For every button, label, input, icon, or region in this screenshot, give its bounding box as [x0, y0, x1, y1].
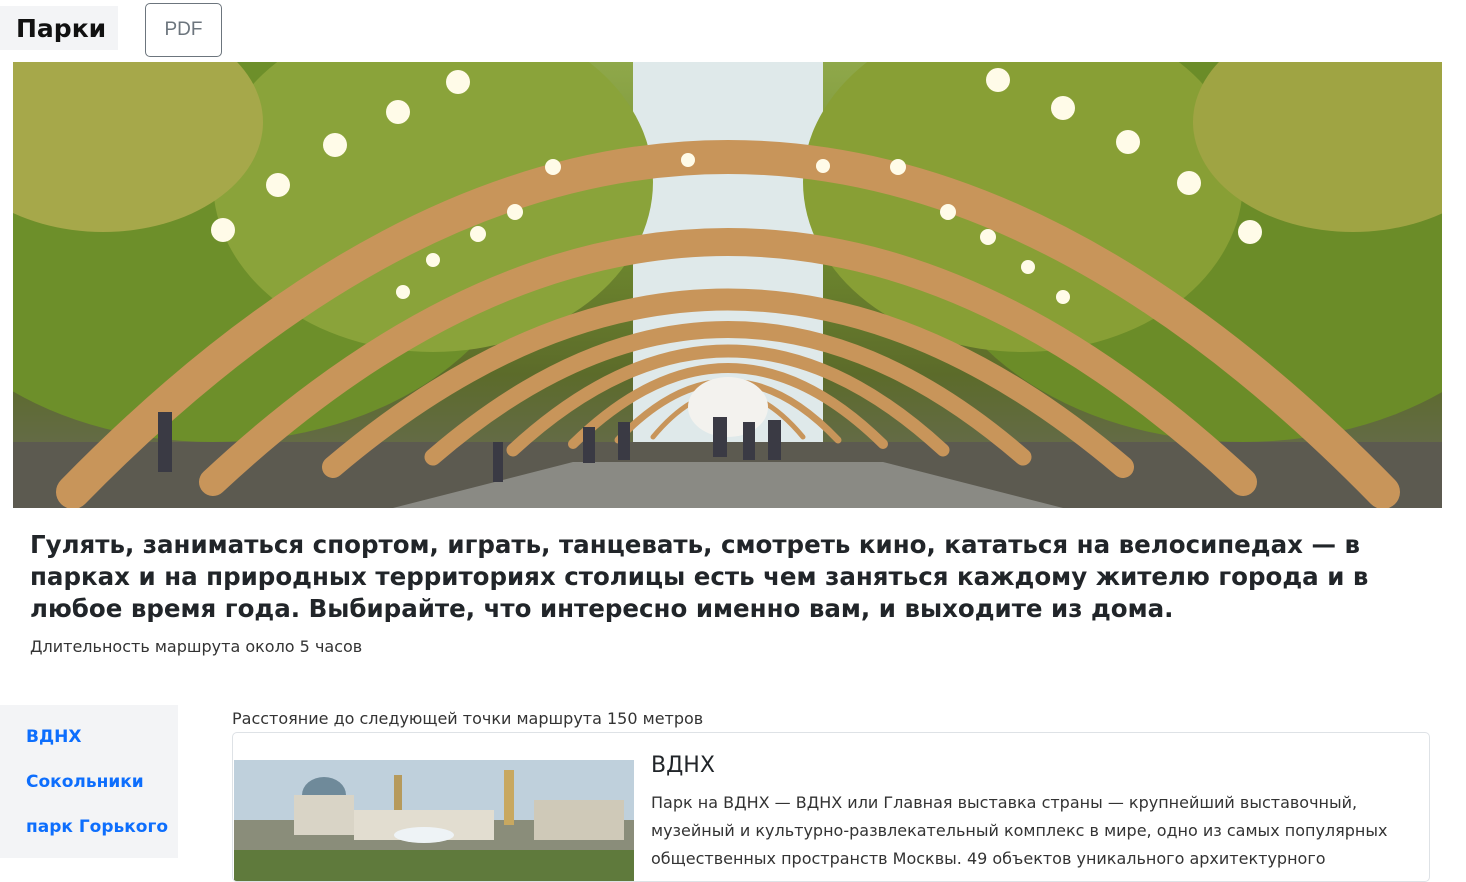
sidebar-item-sokolniki[interactable]: Сокольники	[26, 772, 144, 792]
arches-illustration	[13, 62, 1442, 508]
card-title: ВДНХ	[651, 753, 715, 778]
sidebar-item-gorky-park[interactable]: парк Горького	[26, 817, 168, 837]
hero-image	[13, 62, 1442, 508]
route-card: ВДНХ Парк на ВДНХ — ВДНХ или Главная выс…	[232, 732, 1430, 882]
sidebar-item-vdnkh[interactable]: ВДНХ	[26, 727, 81, 747]
card-image	[234, 760, 634, 881]
intro-text: Гулять, заниматься спортом, играть, танц…	[30, 530, 1369, 623]
next-point-distance: Расстояние до следующей точки маршрута 1…	[232, 709, 704, 728]
pdf-button[interactable]: PDF	[145, 3, 222, 57]
vdnkh-illustration	[234, 760, 634, 881]
route-duration: Длительность маршрута около 5 часов	[30, 637, 363, 656]
card-description: Парк на ВДНХ — ВДНХ или Главная выставка…	[651, 793, 1388, 881]
page-title-box: Парки	[0, 6, 118, 50]
page-title: Парки	[16, 13, 107, 43]
sidebar-nav: ВДНХ Сокольники парк Горького	[0, 705, 178, 858]
